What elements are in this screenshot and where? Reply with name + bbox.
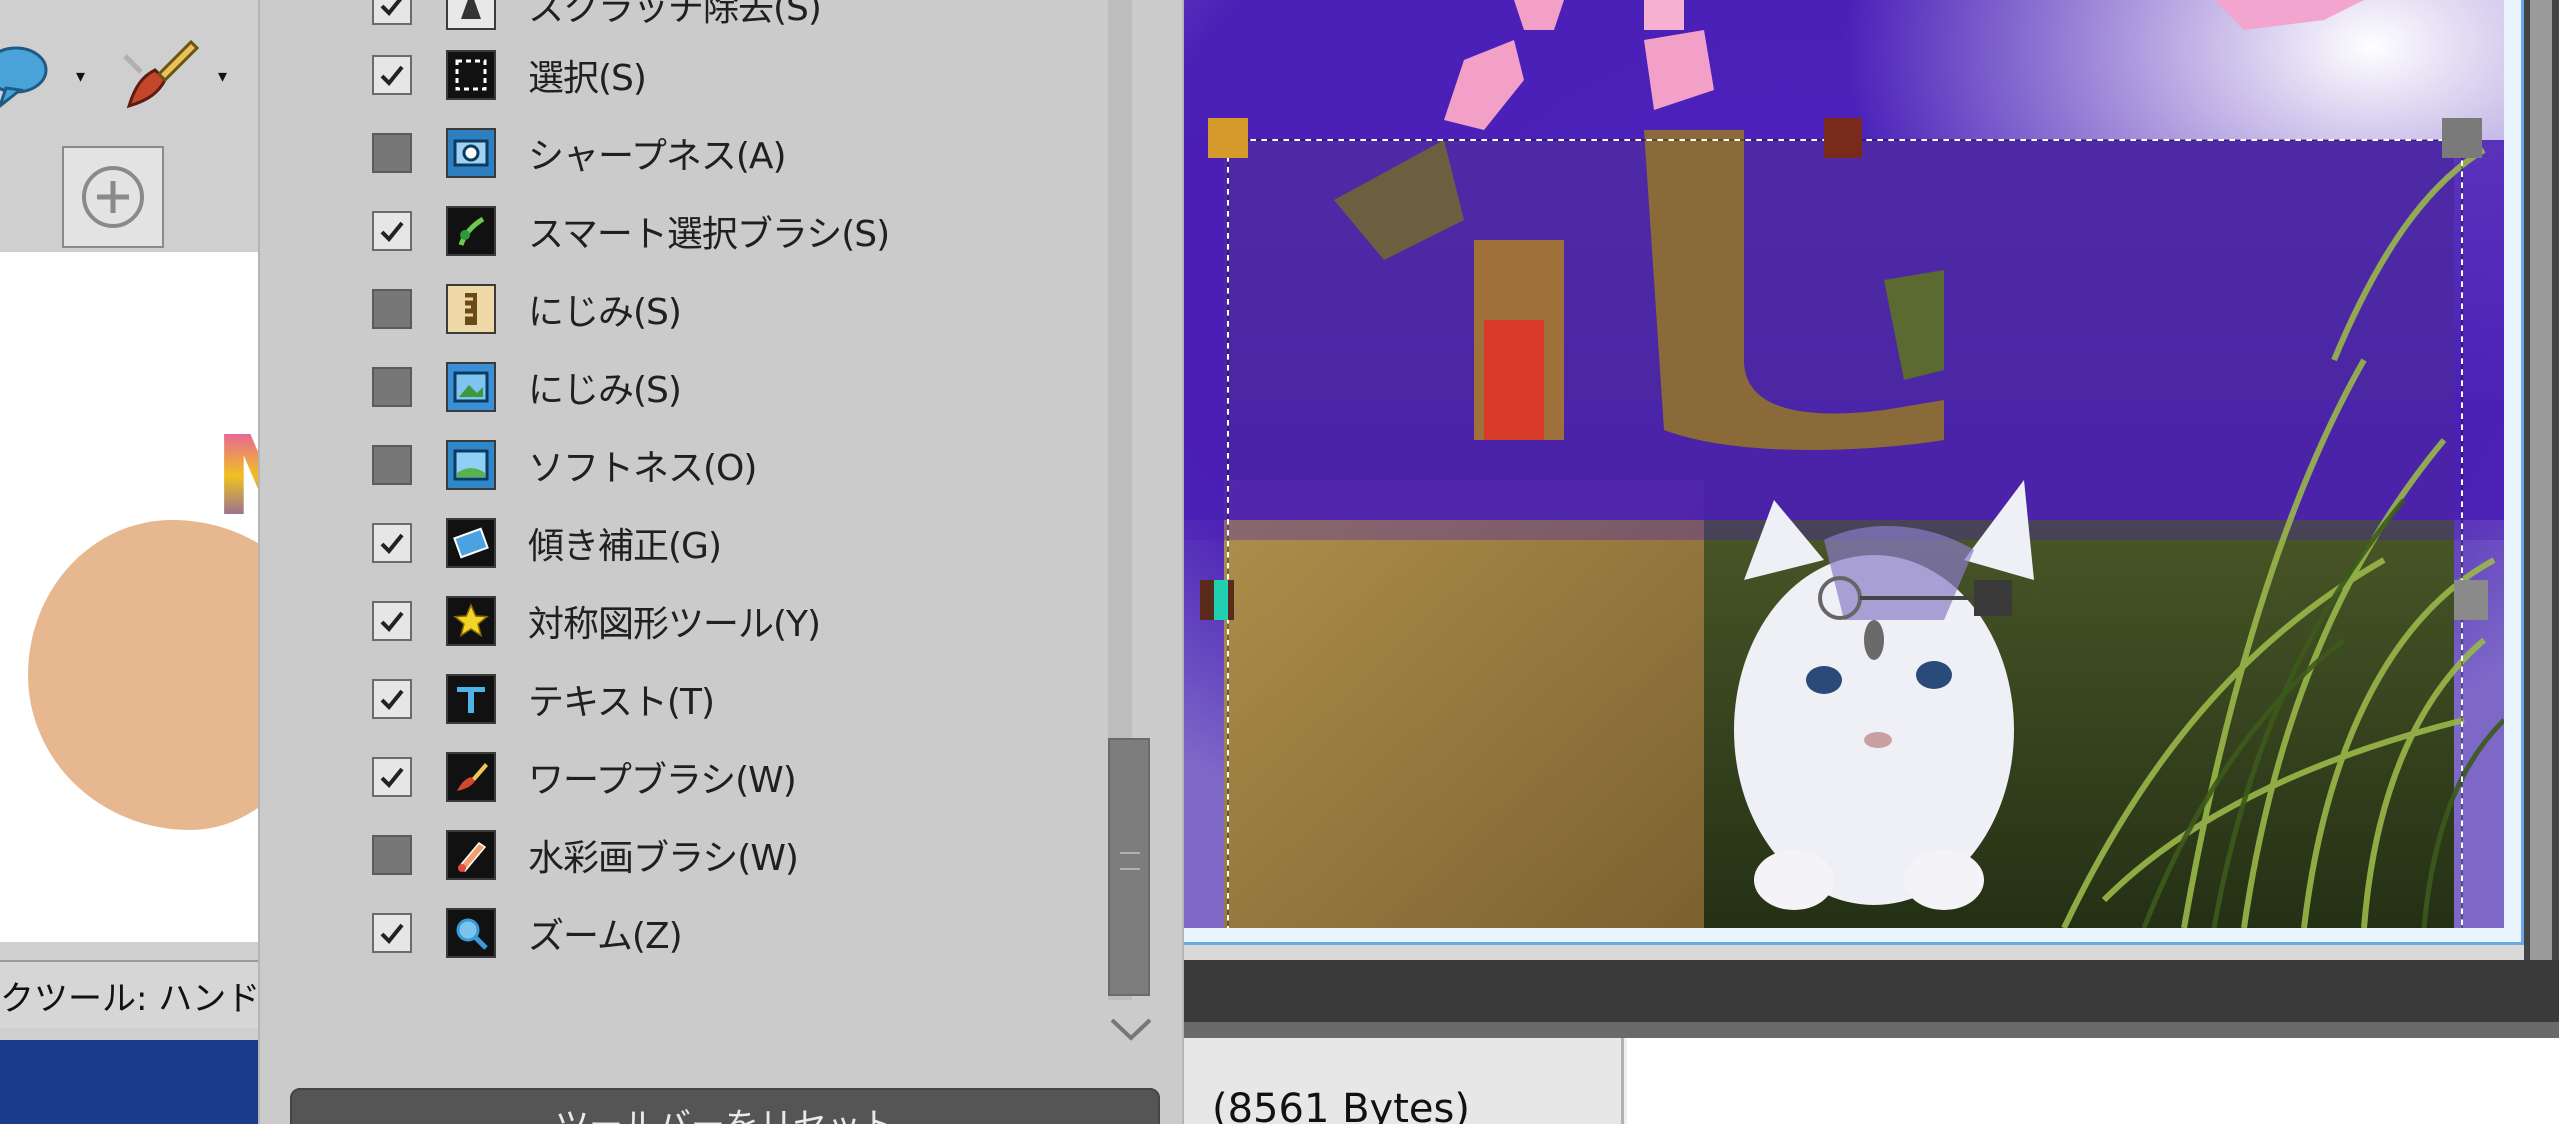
status-text: クツール: ハンドル bbox=[0, 978, 258, 1019]
tool-label: テキスト(T) bbox=[528, 682, 715, 723]
star-icon bbox=[446, 596, 496, 646]
status-bar: クツール: ハンドル bbox=[0, 960, 258, 1028]
reset-toolbar-button[interactable]: ツールバーをリセット bbox=[290, 1088, 1160, 1124]
tool-checkbox[interactable] bbox=[372, 835, 412, 875]
photo-canvas[interactable] bbox=[1184, 0, 2504, 928]
tool-label: にじみ(S) bbox=[528, 292, 682, 333]
speech-bubble-icon bbox=[0, 46, 48, 108]
blur-icon bbox=[446, 362, 496, 412]
tool-label: スクラッチ除去(S) bbox=[528, 0, 822, 29]
cat-photo-image bbox=[1184, 0, 2504, 928]
chevron-down-icon bbox=[1110, 1018, 1152, 1041]
canvas-frame bbox=[1184, 0, 2524, 945]
toolbar-customize-panel: スクラッチ除去(S) 選択(S) シャープネス(A) スマート選択ブラシ(S) … bbox=[258, 0, 1184, 1124]
checkmark-icon bbox=[380, 533, 404, 554]
tool-row-straighten[interactable]: 傾き補正(G) bbox=[260, 504, 1160, 582]
checkmark-icon bbox=[380, 689, 404, 710]
reset-toolbar-label: ツールバーをリセット bbox=[555, 1098, 895, 1124]
tool-label: にじみ(S) bbox=[528, 370, 682, 411]
add-tool-button[interactable] bbox=[62, 146, 164, 248]
tool-row-text[interactable]: テキスト(T) bbox=[260, 660, 1160, 738]
tool-checkbox[interactable] bbox=[372, 523, 412, 563]
info-bar: (8561 Bytes) bbox=[1184, 1038, 2559, 1124]
zoom-icon bbox=[446, 908, 496, 958]
tool-row-watercolor-brush[interactable]: 水彩画ブラシ(W) bbox=[260, 816, 1160, 894]
tool-checkbox[interactable] bbox=[372, 913, 412, 953]
tool-label: 対称図形ツール(Y) bbox=[528, 604, 821, 645]
tool-label: 選択(S) bbox=[528, 58, 647, 99]
tool-checkbox[interactable] bbox=[372, 289, 412, 329]
tool-checkbox[interactable] bbox=[372, 757, 412, 797]
tool-row-softness[interactable]: ソフトネス(O) bbox=[260, 426, 1160, 504]
smart-select-brush-icon bbox=[446, 206, 496, 256]
left-bottom-bar bbox=[0, 1040, 258, 1124]
text-icon bbox=[446, 674, 496, 724]
tool-row-blur[interactable]: にじみ(S) bbox=[260, 348, 1160, 426]
plus-circle-icon bbox=[82, 166, 144, 228]
checkmark-icon bbox=[380, 923, 404, 944]
tool-row-warp-brush[interactable]: ワープブラシ(W) bbox=[260, 738, 1160, 816]
tool-checkbox[interactable] bbox=[372, 133, 412, 173]
tool-checkbox[interactable] bbox=[372, 601, 412, 641]
checkmark-icon bbox=[380, 221, 404, 242]
tool-checkbox[interactable] bbox=[372, 0, 412, 25]
scrollbar-grip bbox=[1120, 852, 1140, 870]
tool-row-smart-select-brush[interactable]: スマート選択ブラシ(S) bbox=[260, 192, 1160, 270]
tool-label: 水彩画ブラシ(W) bbox=[528, 838, 799, 879]
checkmark-icon bbox=[380, 767, 404, 788]
left-preview-canvas: M bbox=[0, 252, 258, 942]
scroll-down-button[interactable] bbox=[1102, 1008, 1160, 1050]
select-icon bbox=[446, 50, 496, 100]
chevron-down-icon[interactable]: ▾ bbox=[218, 66, 227, 87]
sharpness-icon bbox=[446, 128, 496, 178]
checkmark-icon bbox=[380, 611, 404, 632]
tool-checkbox[interactable] bbox=[372, 445, 412, 485]
editor-area: (8561 Bytes) bbox=[1184, 0, 2559, 1124]
left-toolbar: ▾ ▾ bbox=[0, 0, 258, 250]
warp-brush-icon bbox=[446, 752, 496, 802]
file-size-text: (8561 Bytes) bbox=[1212, 1086, 1470, 1124]
tool-label: 傾き補正(G) bbox=[528, 526, 722, 567]
file-info-cell: (8561 Bytes) bbox=[1184, 1038, 1624, 1124]
app-window: ▾ ▾ M クツール: ハンドル bbox=[0, 0, 2559, 1124]
tool-checkbox[interactable] bbox=[372, 55, 412, 95]
tool-checkbox[interactable] bbox=[372, 367, 412, 407]
m-letter-art: M bbox=[214, 412, 258, 540]
tool-checkbox[interactable] bbox=[372, 211, 412, 251]
watercolor-brush-icon bbox=[446, 830, 496, 880]
brush-icon bbox=[123, 39, 200, 109]
warp-brush-tool[interactable] bbox=[116, 36, 206, 116]
checkmark-icon bbox=[380, 65, 404, 86]
editor-bottom-band bbox=[1184, 960, 2559, 1022]
softness-icon bbox=[446, 440, 496, 490]
tool-row-select[interactable]: 選択(S) bbox=[260, 36, 1160, 114]
tool-row-smudge[interactable]: にじみ(S) bbox=[260, 270, 1160, 348]
checkmark-icon bbox=[380, 0, 403, 16]
tool-row-symmetry[interactable]: 対称図形ツール(Y) bbox=[260, 582, 1160, 660]
scratch-remove-icon bbox=[446, 0, 496, 30]
tool-checkbox[interactable] bbox=[372, 679, 412, 719]
tool-label: ワープブラシ(W) bbox=[528, 760, 797, 801]
tool-label: ズーム(Z) bbox=[528, 916, 683, 957]
tool-label: ソフトネス(O) bbox=[528, 448, 757, 489]
canvas-scrollbar[interactable] bbox=[2524, 0, 2559, 960]
left-app-area: ▾ ▾ M クツール: ハンドル bbox=[0, 0, 258, 1124]
chevron-down-icon[interactable]: ▾ bbox=[76, 66, 85, 87]
info-blank-cell bbox=[1627, 1038, 2559, 1124]
peach-shape bbox=[28, 520, 258, 830]
tool-label: シャープネス(A) bbox=[528, 136, 787, 177]
tool-label: スマート選択ブラシ(S) bbox=[528, 214, 890, 255]
canvas-scrollbar-track[interactable] bbox=[2530, 0, 2552, 960]
straighten-icon bbox=[446, 518, 496, 568]
tool-row-zoom[interactable]: ズーム(Z) bbox=[260, 894, 1160, 972]
editor-separator bbox=[1184, 1022, 2559, 1038]
tool-row-sharpness[interactable]: シャープネス(A) bbox=[260, 114, 1160, 192]
speech-bubble-tool[interactable] bbox=[0, 40, 58, 112]
smudge-icon bbox=[446, 284, 496, 334]
